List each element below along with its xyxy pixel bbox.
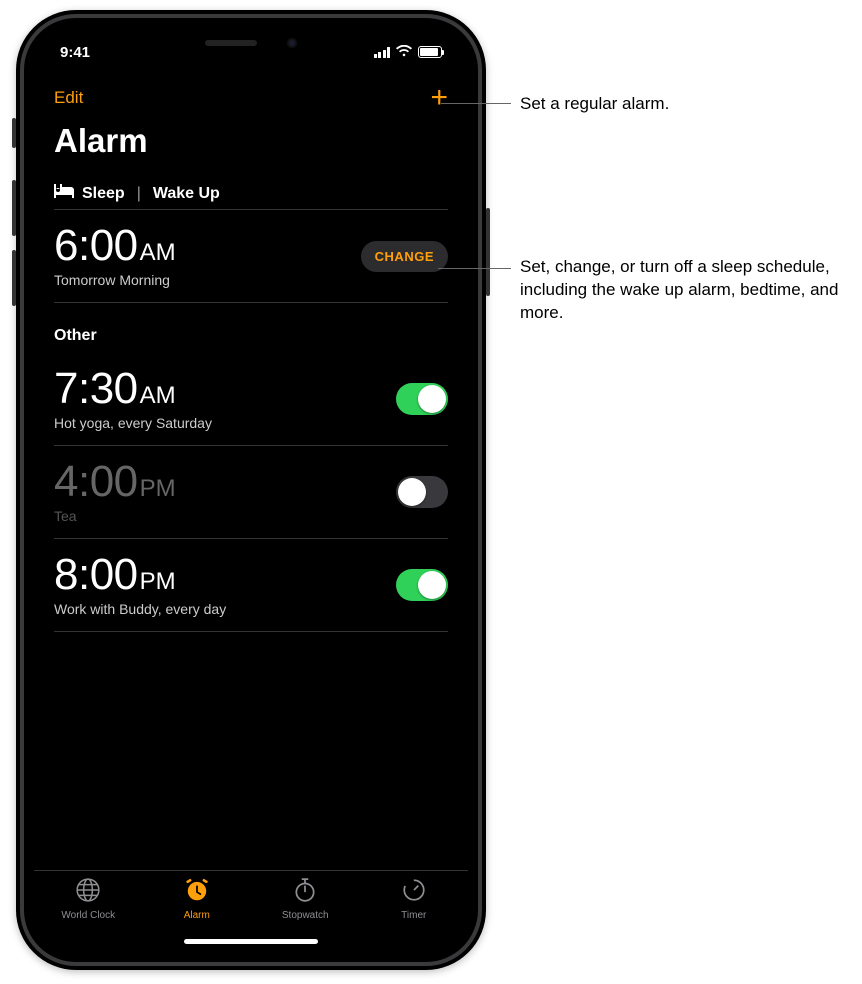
alarm-toggle[interactable] xyxy=(396,476,448,508)
sleep-wake-time: 6:00 xyxy=(54,221,138,270)
alarm-list[interactable]: Sleep | Wake Up 6:00AM Tomorrow Morning … xyxy=(34,170,468,870)
callout-leader-line xyxy=(438,268,511,269)
alarm-ampm: PM xyxy=(140,475,176,502)
tab-world-clock[interactable]: World Clock xyxy=(34,877,143,952)
sleep-header-right: Wake Up xyxy=(153,185,220,203)
sleep-header-left: Sleep xyxy=(82,185,125,203)
battery-icon xyxy=(418,46,442,58)
tab-label: Timer xyxy=(401,910,426,921)
home-indicator[interactable] xyxy=(184,939,318,944)
pipe-separator: | xyxy=(137,185,141,203)
nav-bar: Edit + xyxy=(34,76,468,120)
alarm-row: 7:30AM Hot yoga, every Saturday xyxy=(54,353,448,446)
bed-icon xyxy=(54,184,74,203)
front-camera xyxy=(287,38,297,48)
alarm-row: 8:00PM Work with Buddy, every day xyxy=(54,539,448,632)
page-title: Alarm xyxy=(34,120,468,170)
notch xyxy=(156,28,346,58)
tab-timer[interactable]: Timer xyxy=(360,877,469,952)
alarm-time: 8:00 xyxy=(54,550,138,599)
phone-frame: 9:41 Edit + Alarm S xyxy=(16,10,486,970)
cellular-signal-icon xyxy=(374,47,391,58)
alarm-subtitle: Hot yoga, every Saturday xyxy=(54,415,212,431)
edit-button[interactable]: Edit xyxy=(54,88,83,108)
volume-up-button[interactable] xyxy=(12,180,16,236)
volume-down-button[interactable] xyxy=(12,250,16,306)
callout-add: Set a regular alarm. xyxy=(520,93,669,116)
status-time: 9:41 xyxy=(60,44,90,61)
side-button[interactable] xyxy=(486,208,490,296)
stopwatch-icon xyxy=(292,877,318,906)
alarm-subtitle: Work with Buddy, every day xyxy=(54,601,226,617)
alarm-toggle[interactable] xyxy=(396,569,448,601)
timer-icon xyxy=(401,877,427,906)
change-button[interactable]: CHANGE xyxy=(361,241,448,272)
callout-change: Set, change, or turn off a sleep schedul… xyxy=(520,256,860,325)
alarm-toggle[interactable] xyxy=(396,383,448,415)
alarm-subtitle: Tea xyxy=(54,508,176,524)
sleep-wake-ampm: AM xyxy=(140,239,176,266)
add-button[interactable]: + xyxy=(430,83,448,113)
tab-label: Stopwatch xyxy=(282,910,329,921)
speaker-grille xyxy=(205,40,257,46)
alarm-clock-icon xyxy=(184,877,210,906)
alarm-row: 4:00PM Tea xyxy=(54,446,448,539)
sleep-section-header: Sleep | Wake Up xyxy=(54,170,448,210)
tab-label: World Clock xyxy=(61,910,115,921)
alarm-ampm: PM xyxy=(140,568,176,595)
callout-leader-line xyxy=(441,103,511,104)
alarm-ampm: AM xyxy=(140,382,176,409)
alarm-time: 7:30 xyxy=(54,364,138,413)
wifi-icon xyxy=(396,44,412,61)
alarm-time: 4:00 xyxy=(54,457,138,506)
screen: 9:41 Edit + Alarm S xyxy=(34,28,468,952)
sleep-wake-row: 6:00AM Tomorrow Morning CHANGE xyxy=(54,210,448,303)
sleep-wake-subtitle: Tomorrow Morning xyxy=(54,272,176,288)
other-section-header: Other xyxy=(54,303,448,353)
world-clock-icon xyxy=(75,877,101,906)
tab-label: Alarm xyxy=(184,910,210,921)
mute-switch[interactable] xyxy=(12,118,16,148)
